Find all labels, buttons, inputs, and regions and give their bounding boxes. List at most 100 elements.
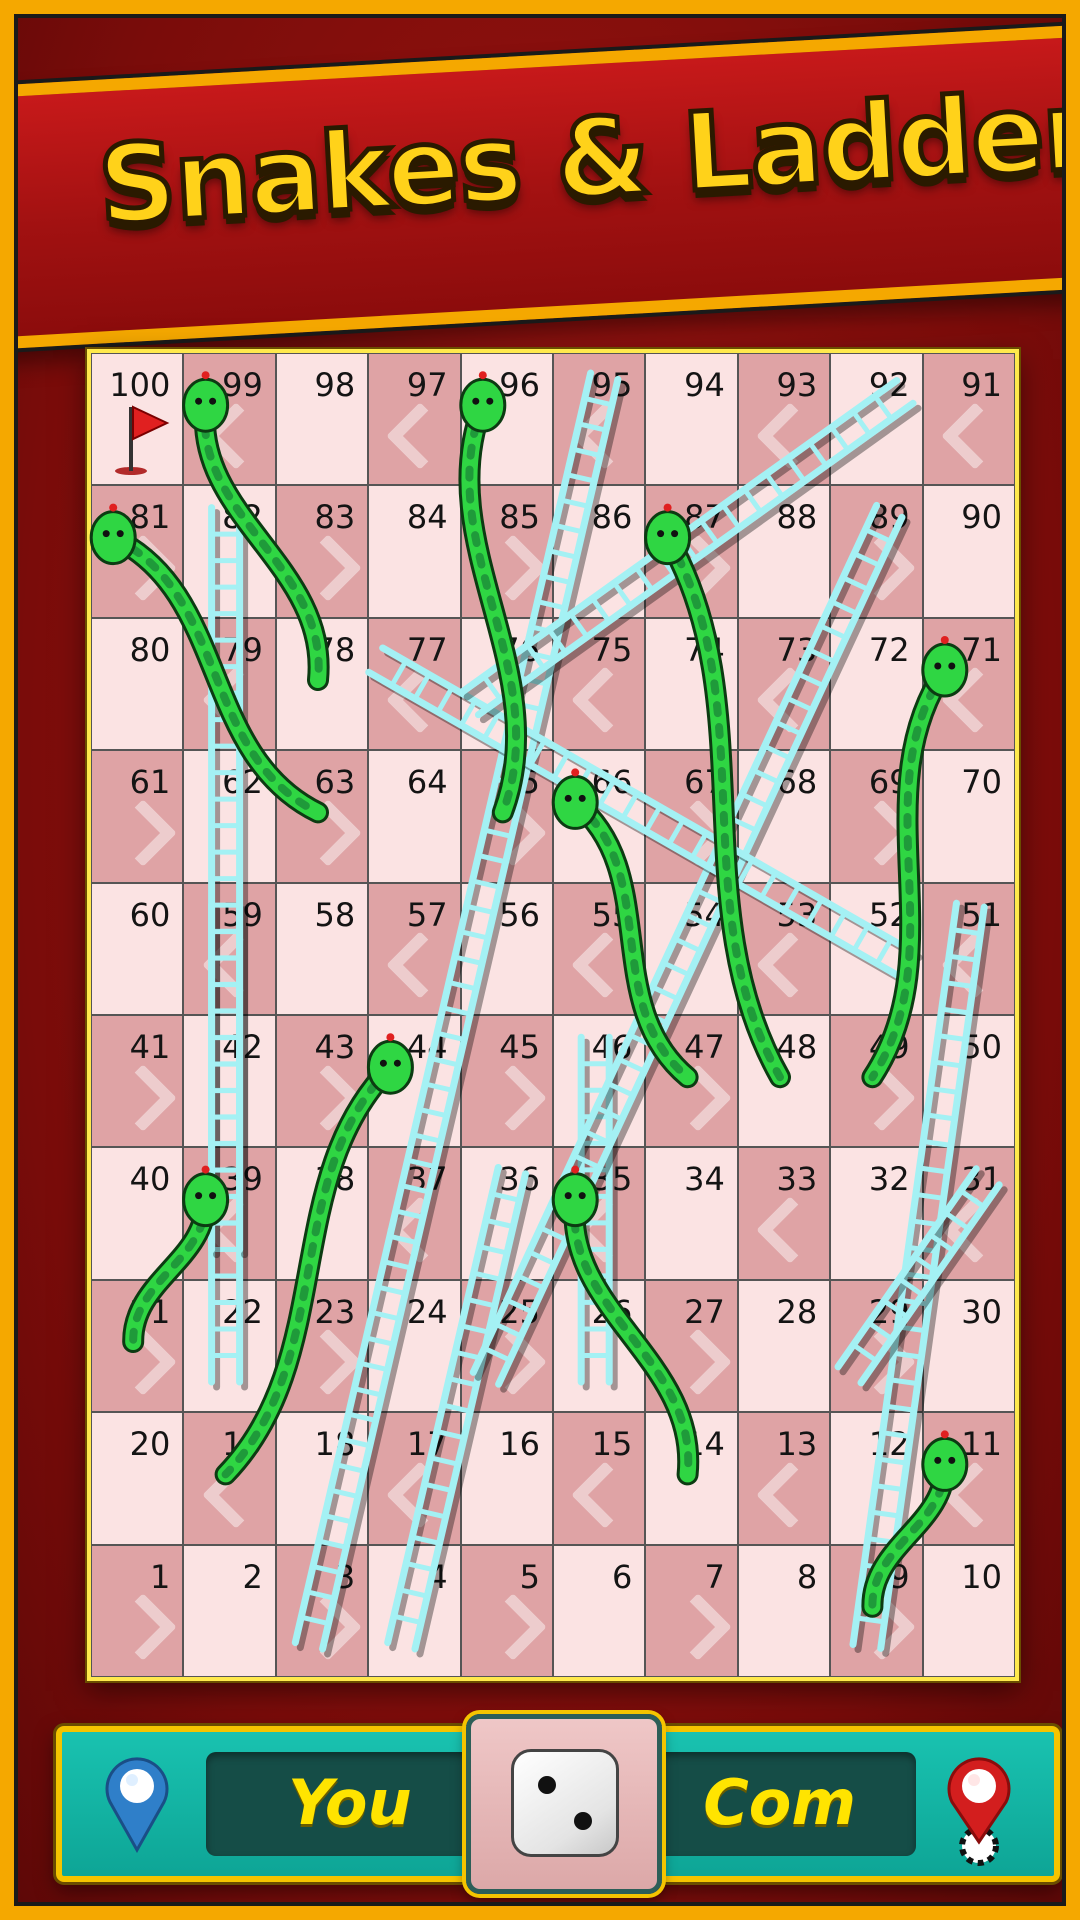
board-cell: 15	[553, 1412, 646, 1545]
board-cell: 27	[645, 1279, 738, 1413]
board-cell: 20	[91, 1412, 184, 1545]
cell-number: 79	[222, 630, 263, 669]
cell-number: 10	[961, 1557, 1002, 1596]
cell-number: 84	[406, 498, 448, 537]
dice-pip	[538, 1776, 556, 1794]
cell-number: 71	[961, 630, 1002, 669]
cell-number: 97	[406, 366, 448, 404]
cell-number: 35	[591, 1160, 633, 1199]
cell-number: 61	[129, 763, 171, 802]
direction-arrow-icon	[478, 1593, 547, 1662]
board-cell: 66	[553, 750, 646, 883]
board-cell: 59	[183, 882, 276, 1015]
cell-number: 49	[868, 1027, 910, 1066]
cell-number: 46	[591, 1027, 633, 1066]
cell-number: 65	[499, 763, 540, 802]
cell-number: 16	[499, 1425, 540, 1464]
cell-number: 28	[776, 1292, 818, 1331]
cell-number: 90	[961, 498, 1002, 537]
board-frame: 100 99 98 97 96 95 94 93 92 91 81 82 83 84 85 86 87 88 89 9…	[87, 349, 1019, 1681]
board-cell: 14	[645, 1412, 738, 1545]
cell-number: 87	[684, 498, 725, 537]
board-cell: 13	[737, 1412, 831, 1545]
board-cell: 39	[183, 1147, 276, 1280]
cell-number: 53	[776, 895, 818, 934]
board-cell: 89	[830, 485, 923, 618]
direction-arrow-icon	[571, 1196, 640, 1264]
board-cell: 79	[183, 617, 276, 751]
direction-arrow-icon	[201, 1196, 270, 1264]
dice-icon	[511, 1749, 619, 1857]
direction-arrow-icon	[386, 1460, 455, 1529]
cell-number: 95	[591, 366, 633, 404]
cell-number: 4	[427, 1557, 448, 1596]
board-cell: 24	[368, 1279, 461, 1413]
flag-icon	[115, 405, 170, 475]
cell-number: 93	[776, 366, 818, 404]
board-cell: 68	[737, 750, 831, 883]
cell-number: 7	[704, 1557, 725, 1596]
cell-number: 25	[499, 1292, 540, 1331]
board-cell: 58	[275, 882, 369, 1015]
dice-pip	[574, 1812, 592, 1830]
cell-number: 56	[499, 895, 540, 934]
cell-number: 30	[961, 1292, 1002, 1331]
cell-number: 70	[961, 763, 1002, 802]
cell-number: 57	[406, 895, 448, 934]
board-cell: 21	[91, 1279, 184, 1413]
cell-number: 17	[406, 1425, 448, 1464]
cell-number: 38	[314, 1160, 356, 1199]
direction-arrow-icon	[848, 1593, 917, 1662]
direction-arrow-icon	[571, 666, 640, 735]
direction-arrow-icon	[478, 1328, 547, 1397]
cell-number: 20	[129, 1425, 171, 1464]
cell-number: 75	[591, 630, 633, 669]
cell-number: 100	[109, 366, 171, 404]
board-cell: 44	[368, 1014, 461, 1148]
board-cell: 77	[368, 617, 461, 751]
cell-number: 39	[222, 1160, 263, 1199]
board-cell: 10	[922, 1544, 1015, 1677]
direction-arrow-icon	[848, 798, 917, 867]
cell-number: 72	[868, 630, 910, 669]
board-cell: 55	[553, 882, 646, 1015]
board-cell: 32	[830, 1147, 923, 1280]
board-cell: 25	[460, 1279, 553, 1413]
board-cell: 48	[737, 1014, 831, 1148]
cell-number: 89	[868, 498, 910, 537]
board-cell: 97	[368, 353, 461, 486]
roll-dice-button[interactable]	[466, 1714, 662, 1894]
board-cell: 71	[922, 617, 1015, 751]
cell-number: 50	[961, 1027, 1002, 1066]
board-cell: 28	[737, 1279, 831, 1413]
board-cell: 36	[460, 1147, 553, 1280]
direction-arrow-icon	[109, 534, 178, 602]
board-cell: 73	[737, 617, 831, 751]
direction-arrow-icon	[940, 931, 1009, 1000]
board-cell: 52	[830, 882, 923, 1015]
board-cell: 41	[91, 1014, 184, 1148]
direction-arrow-icon	[294, 1328, 362, 1397]
location-pin-icon	[105, 1757, 169, 1854]
cell-number: 83	[314, 498, 356, 537]
board-cell: 46	[553, 1014, 646, 1148]
direction-arrow-icon	[848, 534, 917, 602]
board-cell: 40	[91, 1147, 184, 1280]
board-cell: 1	[91, 1544, 184, 1677]
board-cell: 98	[275, 353, 369, 486]
direction-arrow-icon	[386, 1196, 455, 1264]
board-cell: 29	[830, 1279, 923, 1413]
direction-arrow-icon	[201, 1460, 270, 1529]
direction-arrow-icon	[940, 401, 1009, 470]
board-cell: 51	[922, 882, 1015, 1015]
board-cell: 45	[460, 1014, 553, 1148]
board-cell: 54	[645, 882, 738, 1015]
cell-number: 52	[868, 895, 910, 934]
board-cell: 65	[460, 750, 553, 883]
cell-number: 82	[222, 498, 263, 537]
cell-number: 44	[406, 1027, 448, 1066]
cell-number: 54	[684, 895, 725, 934]
cell-number: 60	[129, 895, 171, 934]
board-cell: 26	[553, 1279, 646, 1413]
cell-number: 80	[129, 630, 171, 669]
